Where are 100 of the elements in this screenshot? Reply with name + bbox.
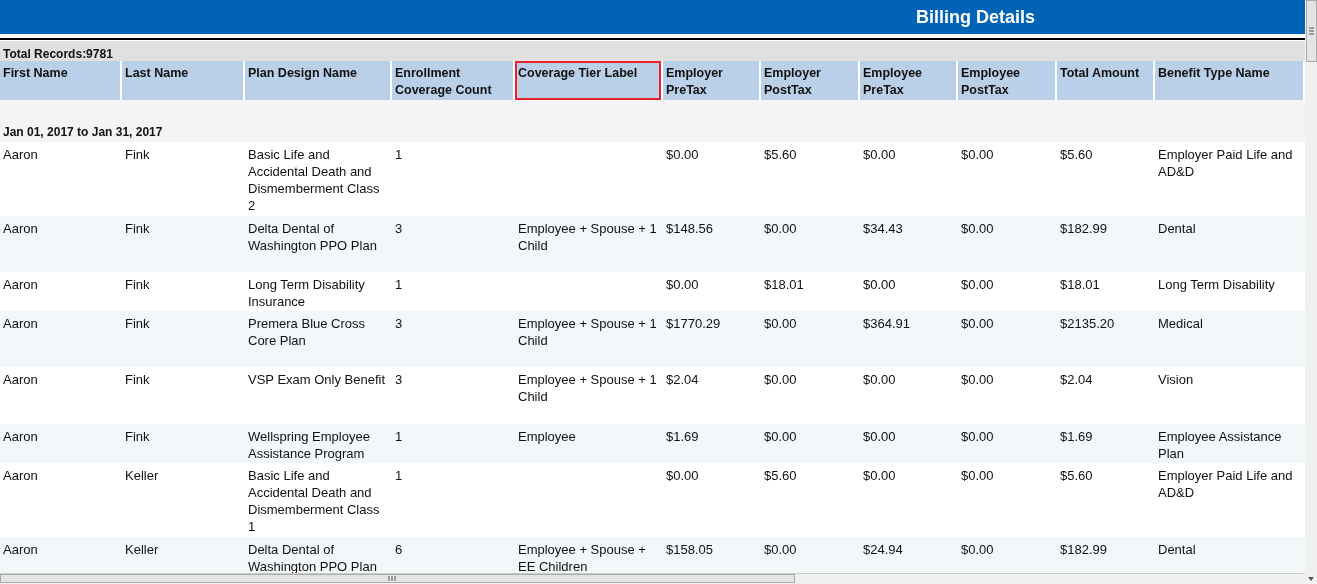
table-cell-text: Employee + Spouse + 1 Child [517,371,658,406]
table-cell-text: $0.00 [665,467,700,485]
table-cell-text: Long Term Disability [1157,276,1276,294]
table-cell-text: $34.43 [862,220,904,238]
column-header[interactable]: Employer PostTax [761,61,860,100]
column-header[interactable]: Employer PreTax [663,61,761,100]
table-cell-text: $2135.20 [1059,315,1116,333]
table-cell-text: 3 [394,315,404,333]
column-header[interactable]: Enrollment Coverage Count [392,61,515,100]
table-cell-text: $5.60 [1059,146,1094,164]
column-header[interactable]: Employee PreTax [860,61,958,100]
table-cell-text: Fink [124,315,151,333]
table-cell-text: $1.69 [1059,428,1094,446]
table-cell-text: $0.00 [763,428,798,446]
column-header[interactable]: Coverage Tier Label [515,61,663,100]
table-cell-text: Vision [1157,371,1195,389]
table-cell-text: $0.00 [862,371,897,389]
column-header[interactable]: First Name [0,61,122,100]
vertical-scrollbar[interactable] [1305,0,1317,584]
column-header[interactable]: Total Amount [1057,61,1155,100]
table-cell-text: Keller [124,467,160,485]
horizontal-scrollbar[interactable] [0,573,1305,584]
table-cell-text: Employee + Spouse + EE Children [517,541,647,573]
table-cell-text: Aaron [2,371,39,389]
table-cell-text: Fink [124,371,151,389]
table-cell-text: Fink [124,220,151,238]
table-cell-text: $0.00 [960,315,995,333]
table-cell-text: $0.00 [960,541,995,559]
table-cell-text: $5.60 [763,467,798,485]
table-cell-text: $1770.29 [665,315,722,333]
table-cell-text: Delta Dental of Washington PPO Plan [247,541,378,573]
table-cell-text: $0.00 [960,276,995,294]
column-header[interactable]: Last Name [122,61,245,100]
table-cell-text: $0.00 [763,315,798,333]
report-title: Billing Details [915,6,1035,28]
table-cell-text: Dental [1157,220,1197,238]
table-cell-text: $0.00 [960,428,995,446]
date-range: Jan 01, 2017 to Jan 31, 2017 [3,125,163,139]
table-cell-text: Fink [124,276,151,294]
table-cell-text: Basic Life and Accidental Death and Dismemberment Class 1 [247,467,381,536]
table-cell-text: $0.00 [862,428,897,446]
table-cell-text: $0.00 [960,220,995,238]
table-cell-text: $0.00 [862,276,897,294]
table-cell-text: Aaron [2,220,39,238]
total-records: Total Records:9781 [3,47,113,61]
table-cell-text: Fink [124,146,151,164]
table-cell-text: Keller [124,541,160,559]
table-cell-text: $158.05 [665,541,714,559]
table-cell-text: $364.91 [862,315,911,333]
table-cell-text: Delta Dental of Washington PPO Plan [247,220,378,255]
table-cell-text: $2.04 [665,371,700,389]
table-cell-text: 6 [394,541,404,559]
table-cell-text: $0.00 [763,220,798,238]
table-cell-text: $148.56 [665,220,714,238]
scrollbar-thumb-drawing[interactable] [0,574,795,583]
table-cell-text: $5.60 [763,146,798,164]
table-cell-text: Employee Assistance Plan [1157,428,1283,463]
table-cell-text: Aaron [2,428,39,446]
table-cell-text: Aaron [2,146,39,164]
table-cell-text: $0.00 [862,467,897,485]
table-cell-text: Dental [1157,541,1197,559]
table-cell-text: $182.99 [1059,541,1108,559]
table-cell-text: 1 [394,467,404,485]
table-cell-text: Employee + Spouse + 1 Child [517,315,658,350]
table-cell-text: $1.69 [665,428,700,446]
table-cell-text: Aaron [2,276,39,294]
table-cell-text: 1 [394,428,404,446]
table-cell-text: $0.00 [960,371,995,389]
table-cell-text: Wellspring Employee Assistance Program [247,428,371,463]
table-cell-text: Aaron [2,315,39,333]
table-cell-text: Medical [1157,315,1204,333]
table-cell-text: 3 [394,371,404,389]
table-cell-text: $0.00 [960,467,995,485]
table-cell-text: $182.99 [1059,220,1108,238]
table-cell-text: $0.00 [763,371,798,389]
table-cell-text: $0.00 [665,276,700,294]
table-cell-text: Basic Life and Accidental Death and Dismemberment Class 2 [247,146,381,215]
table-cell-text: 1 [394,146,404,164]
table-cell-text: Employer Paid Life and AD&D [1157,146,1294,181]
table-cell-text: $18.01 [1059,276,1101,294]
column-header[interactable]: Benefit Type Name [1155,61,1305,100]
scrollbar-thumb-drawing[interactable] [1305,0,1317,62]
table-cell-text: VSP Exam Only Benefit [247,371,387,389]
table-cell-text: $18.01 [763,276,805,294]
column-header[interactable]: Employee PostTax [958,61,1057,100]
table-cell-text: Aaron [2,541,39,559]
table-cell-text: $2.04 [1059,371,1094,389]
table-cell-text: $5.60 [1059,467,1094,485]
table-cell-text: Aaron [2,467,39,485]
column-header[interactable]: Plan Design Name [245,61,392,100]
table-cell-text: $24.94 [862,541,904,559]
table-cell-text: $0.00 [665,146,700,164]
table-cell-text: Fink [124,428,151,446]
table-cell-text: 3 [394,220,404,238]
table-cell-text: Employee + Spouse + 1 Child [517,220,658,255]
table-cell-text: $0.00 [862,146,897,164]
table-cell-text: Long Term Disability Insurance [247,276,366,311]
table-cell-text: Employee [517,428,577,446]
table-cell-text: Premera Blue Cross Core Plan [247,315,367,350]
table-cell-text: Employer Paid Life and AD&D [1157,467,1294,502]
